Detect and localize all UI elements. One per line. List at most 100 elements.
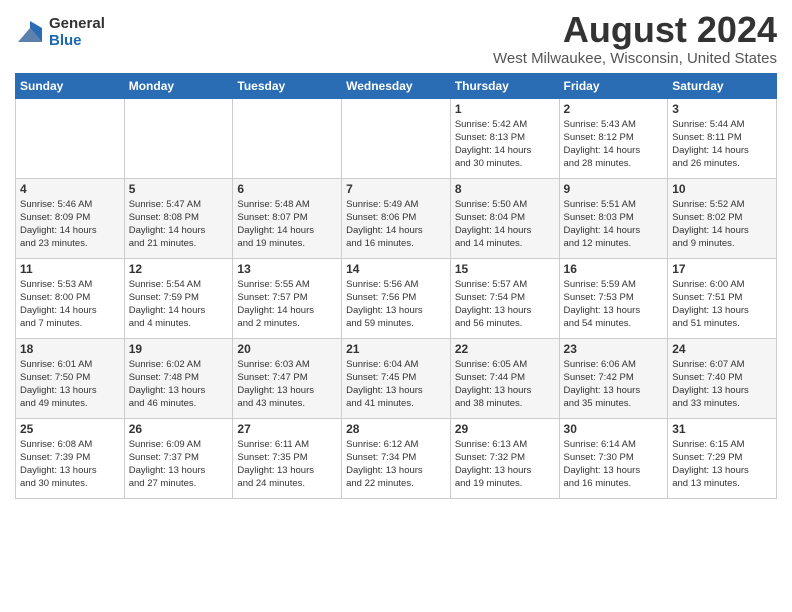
day-header-wednesday: Wednesday xyxy=(342,73,451,98)
title-area: August 2024 West Milwaukee, Wisconsin, U… xyxy=(493,10,777,67)
month-title: August 2024 xyxy=(493,10,777,50)
day-header-monday: Monday xyxy=(124,73,233,98)
calendar-week-row: 25 Sunrise: 6:08 AM Sunset: 7:39 PM Dayli… xyxy=(16,418,777,498)
calendar-cell xyxy=(124,98,233,178)
day-number: 30 xyxy=(564,422,664,436)
calendar-cell: 26Sunrise: 6:09 AM Sunset: 7:37 PM Dayli… xyxy=(124,418,233,498)
day-detail: Sunrise: 5:55 AM Sunset: 7:57 PM Dayligh… xyxy=(237,278,337,331)
day-detail: Sunrise: 5:52 AM Sunset: 8:02 PM Dayligh… xyxy=(672,198,772,251)
day-number: 23 xyxy=(564,342,664,356)
day-detail: Sunrise: 6:13 AM Sunset: 7:32 PM Dayligh… xyxy=(455,438,555,491)
day-number: 12 xyxy=(129,262,229,276)
day-number: 4 xyxy=(20,182,120,196)
day-detail: Sunrise: 6:07 AM Sunset: 7:40 PM Dayligh… xyxy=(672,358,772,411)
calendar-cell: 28 Sunrise: 6:12 AM Sunset: 7:34 PM Dayli… xyxy=(342,418,451,498)
day-detail: Sunrise: 6:02 AM Sunset: 7:48 PM Dayligh… xyxy=(129,358,229,411)
calendar-cell: 29 Sunrise: 6:13 AM Sunset: 7:32 PM Dayli… xyxy=(450,418,559,498)
day-number: 2 xyxy=(564,102,664,116)
calendar-cell: 6 Sunrise: 5:48 AM Sunset: 8:07 PM Daylig… xyxy=(233,178,342,258)
day-number: 19 xyxy=(129,342,229,356)
calendar-cell: 20Sunrise: 6:03 AM Sunset: 7:47 PM Dayli… xyxy=(233,338,342,418)
day-number: 11 xyxy=(20,262,120,276)
logo-blue: Blue xyxy=(49,33,105,50)
calendar-cell: 17 Sunrise: 6:00 AM Sunset: 7:51 PM Dayli… xyxy=(668,258,777,338)
header: General Blue August 2024 West Milwaukee,… xyxy=(15,10,777,67)
day-detail: Sunrise: 5:57 AM Sunset: 7:54 PM Dayligh… xyxy=(455,278,555,331)
day-detail: Sunrise: 5:59 AM Sunset: 7:53 PM Dayligh… xyxy=(564,278,664,331)
day-number: 5 xyxy=(129,182,229,196)
day-detail: Sunrise: 6:06 AM Sunset: 7:42 PM Dayligh… xyxy=(564,358,664,411)
day-detail: Sunrise: 6:05 AM Sunset: 7:44 PM Dayligh… xyxy=(455,358,555,411)
calendar-cell: 31Sunrise: 6:15 AM Sunset: 7:29 PM Dayli… xyxy=(668,418,777,498)
day-detail: Sunrise: 5:54 AM Sunset: 7:59 PM Dayligh… xyxy=(129,278,229,331)
day-number: 10 xyxy=(672,182,772,196)
day-detail: Sunrise: 6:12 AM Sunset: 7:34 PM Dayligh… xyxy=(346,438,446,491)
calendar-cell: 23 Sunrise: 6:06 AM Sunset: 7:42 PM Dayli… xyxy=(559,338,668,418)
day-detail: Sunrise: 5:43 AM Sunset: 8:12 PM Dayligh… xyxy=(564,118,664,171)
day-number: 25 xyxy=(20,422,120,436)
day-detail: Sunrise: 6:00 AM Sunset: 7:51 PM Dayligh… xyxy=(672,278,772,331)
day-number: 6 xyxy=(237,182,337,196)
day-detail: Sunrise: 5:51 AM Sunset: 8:03 PM Dayligh… xyxy=(564,198,664,251)
day-number: 1 xyxy=(455,102,555,116)
day-detail: Sunrise: 6:03 AM Sunset: 7:47 PM Dayligh… xyxy=(237,358,337,411)
logo: General Blue xyxy=(15,16,105,49)
calendar-cell: 30Sunrise: 6:14 AM Sunset: 7:30 PM Dayli… xyxy=(559,418,668,498)
calendar-week-row: 1 Sunrise: 5:42 AM Sunset: 8:13 PM Daylig… xyxy=(16,98,777,178)
calendar-cell: 27Sunrise: 6:11 AM Sunset: 7:35 PM Dayli… xyxy=(233,418,342,498)
day-number: 24 xyxy=(672,342,772,356)
calendar-cell: 18 Sunrise: 6:01 AM Sunset: 7:50 PM Dayli… xyxy=(16,338,125,418)
calendar-week-row: 18 Sunrise: 6:01 AM Sunset: 7:50 PM Dayli… xyxy=(16,338,777,418)
day-number: 17 xyxy=(672,262,772,276)
day-detail: Sunrise: 5:50 AM Sunset: 8:04 PM Dayligh… xyxy=(455,198,555,251)
calendar-cell: 7Sunrise: 5:49 AM Sunset: 8:06 PM Daylig… xyxy=(342,178,451,258)
calendar-cell: 24 Sunrise: 6:07 AM Sunset: 7:40 PM Dayli… xyxy=(668,338,777,418)
calendar-cell: 1 Sunrise: 5:42 AM Sunset: 8:13 PM Daylig… xyxy=(450,98,559,178)
day-number: 29 xyxy=(455,422,555,436)
day-header-thursday: Thursday xyxy=(450,73,559,98)
day-number: 3 xyxy=(672,102,772,116)
calendar-cell: 14 Sunrise: 5:56 AM Sunset: 7:56 PM Dayli… xyxy=(342,258,451,338)
calendar-cell: 3Sunrise: 5:44 AM Sunset: 8:11 PM Daylig… xyxy=(668,98,777,178)
calendar-week-row: 11 Sunrise: 5:53 AM Sunset: 8:00 PM Dayli… xyxy=(16,258,777,338)
calendar-cell: 16 Sunrise: 5:59 AM Sunset: 7:53 PM Dayli… xyxy=(559,258,668,338)
day-detail: Sunrise: 6:04 AM Sunset: 7:45 PM Dayligh… xyxy=(346,358,446,411)
day-detail: Sunrise: 6:15 AM Sunset: 7:29 PM Dayligh… xyxy=(672,438,772,491)
day-number: 18 xyxy=(20,342,120,356)
day-header-sunday: Sunday xyxy=(16,73,125,98)
day-number: 15 xyxy=(455,262,555,276)
calendar-cell: 2 Sunrise: 5:43 AM Sunset: 8:12 PM Daylig… xyxy=(559,98,668,178)
day-detail: Sunrise: 5:42 AM Sunset: 8:13 PM Dayligh… xyxy=(455,118,555,171)
day-number: 14 xyxy=(346,262,446,276)
calendar-cell: 19 Sunrise: 6:02 AM Sunset: 7:48 PM Dayli… xyxy=(124,338,233,418)
day-detail: Sunrise: 5:53 AM Sunset: 8:00 PM Dayligh… xyxy=(20,278,120,331)
day-number: 21 xyxy=(346,342,446,356)
day-detail: Sunrise: 5:48 AM Sunset: 8:07 PM Dayligh… xyxy=(237,198,337,251)
calendar-cell: 4 Sunrise: 5:46 AM Sunset: 8:09 PM Daylig… xyxy=(16,178,125,258)
day-number: 26 xyxy=(129,422,229,436)
calendar-header-row: SundayMondayTuesdayWednesdayThursdayFrid… xyxy=(16,73,777,98)
day-detail: Sunrise: 5:56 AM Sunset: 7:56 PM Dayligh… xyxy=(346,278,446,331)
day-detail: Sunrise: 6:08 AM Sunset: 7:39 PM Dayligh… xyxy=(20,438,120,491)
calendar-cell: 8 Sunrise: 5:50 AM Sunset: 8:04 PM Daylig… xyxy=(450,178,559,258)
calendar-cell xyxy=(16,98,125,178)
day-number: 16 xyxy=(564,262,664,276)
day-detail: Sunrise: 5:46 AM Sunset: 8:09 PM Dayligh… xyxy=(20,198,120,251)
calendar-cell: 15 Sunrise: 5:57 AM Sunset: 7:54 PM Dayli… xyxy=(450,258,559,338)
day-number: 28 xyxy=(346,422,446,436)
day-header-tuesday: Tuesday xyxy=(233,73,342,98)
day-number: 8 xyxy=(455,182,555,196)
day-number: 7 xyxy=(346,182,446,196)
calendar-cell xyxy=(342,98,451,178)
calendar-cell: 25 Sunrise: 6:08 AM Sunset: 7:39 PM Dayli… xyxy=(16,418,125,498)
calendar-cell xyxy=(233,98,342,178)
calendar-cell: 11 Sunrise: 5:53 AM Sunset: 8:00 PM Dayli… xyxy=(16,258,125,338)
day-header-friday: Friday xyxy=(559,73,668,98)
day-number: 9 xyxy=(564,182,664,196)
day-detail: Sunrise: 6:01 AM Sunset: 7:50 PM Dayligh… xyxy=(20,358,120,411)
day-detail: Sunrise: 5:47 AM Sunset: 8:08 PM Dayligh… xyxy=(129,198,229,251)
calendar-cell: 22Sunrise: 6:05 AM Sunset: 7:44 PM Dayli… xyxy=(450,338,559,418)
calendar-cell: 12 Sunrise: 5:54 AM Sunset: 7:59 PM Dayli… xyxy=(124,258,233,338)
logo-text: General Blue xyxy=(49,16,105,49)
calendar-cell: 21 Sunrise: 6:04 AM Sunset: 7:45 PM Dayli… xyxy=(342,338,451,418)
